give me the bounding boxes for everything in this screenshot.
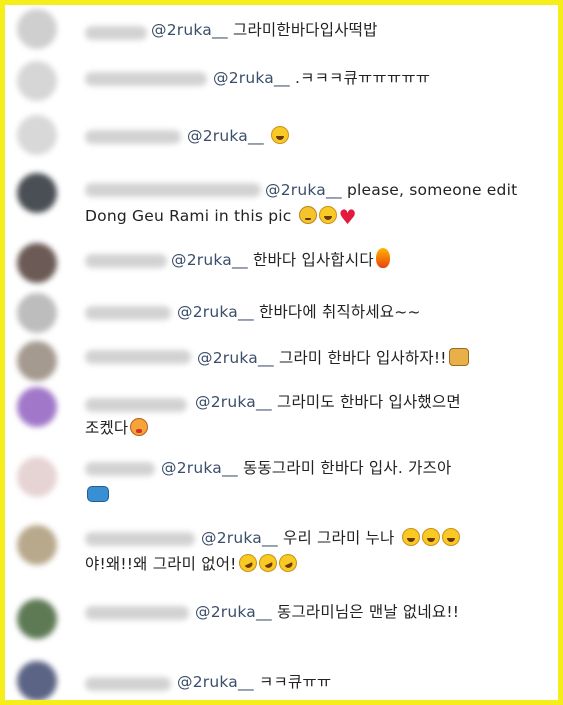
username-blurred[interactable]: [85, 72, 207, 86]
laughing-tears-icon: [271, 126, 290, 144]
rofl-icon: [235, 551, 260, 575]
comment-text: @2ruka__ .ㅋㅋㅋ큐ㅠㅠㅠㅠㅠ: [213, 69, 431, 87]
comment-item: @2ruka__ 그라미 한바다 입사하자!!: [5, 337, 558, 385]
laughing-tears-icon: [421, 528, 440, 546]
mention-link[interactable]: @2ruka__: [187, 127, 264, 145]
laughing-tears-icon: [318, 206, 337, 224]
avatar[interactable]: [17, 243, 57, 283]
mention-link[interactable]: @2ruka__: [177, 303, 254, 321]
comment-text: @2ruka__ 그라미도 한바다 입사했으면 조켔다: [85, 393, 461, 437]
avatar[interactable]: [17, 115, 57, 155]
avatar[interactable]: [17, 525, 57, 565]
car-icon: [87, 486, 109, 502]
mention-link[interactable]: @2ruka__: [177, 673, 254, 691]
comment-text: @2ruka__ 그라미한바다입사떡밥: [151, 21, 378, 39]
mention-link[interactable]: @2ruka__: [197, 349, 274, 367]
username-blurred[interactable]: [85, 26, 147, 40]
avatar[interactable]: [17, 61, 57, 101]
avatar[interactable]: [17, 457, 57, 497]
comment-text: @2ruka__ ㅋㅋ큐ㅠㅠ: [177, 673, 332, 691]
avatar[interactable]: [17, 173, 57, 213]
username-blurred[interactable]: [85, 606, 189, 620]
avatar[interactable]: [17, 293, 57, 333]
comment-item: @2ruka__ 동동그라미 한바다 입사. 가즈아: [5, 449, 558, 517]
comment-text: @2ruka__ please, someone edit Dong Geu Ra…: [85, 177, 545, 230]
username-blurred[interactable]: [85, 677, 171, 691]
red-heart-icon: [339, 204, 357, 230]
mention-link[interactable]: @2ruka__: [213, 69, 290, 87]
mention-link[interactable]: @2ruka__: [171, 251, 248, 269]
avatar[interactable]: [17, 661, 57, 700]
mention-link[interactable]: @2ruka__: [195, 603, 272, 621]
fire-icon: [375, 248, 390, 268]
mention-link[interactable]: @2ruka__: [265, 181, 342, 199]
laughing-tears-icon: [401, 528, 420, 546]
comment-item: @2ruka__: [5, 105, 558, 161]
yum-face-icon: [130, 418, 149, 436]
mention-link[interactable]: @2ruka__: [151, 21, 228, 39]
comment-text: @2ruka__ 우리 그라미 누나 야!왜!!왜 그라미 없어!: [85, 525, 545, 577]
avatar[interactable]: [17, 341, 57, 381]
username-blurred[interactable]: [85, 254, 167, 268]
comment-item: @2ruka__ please, someone edit Dong Geu Ra…: [5, 161, 558, 237]
raising-hands-icon: [448, 348, 469, 366]
username-blurred[interactable]: [85, 130, 181, 144]
mention-link[interactable]: @2ruka__: [161, 459, 238, 477]
comment-item: @2ruka__ .ㅋㅋㅋ큐ㅠㅠㅠㅠㅠ: [5, 53, 558, 105]
sad-face-icon: [298, 206, 317, 224]
comment-text: @2ruka__ 한바다 입사합시다: [171, 247, 390, 273]
comment-item: @2ruka__ 한바다에 취직하세요~~: [5, 289, 558, 337]
rofl-icon: [255, 551, 280, 575]
avatar[interactable]: [17, 599, 57, 639]
comment-text: @2ruka__ 한바다에 취직하세요~~: [177, 303, 421, 321]
comment-text: @2ruka__ 그라미 한바다 입사하자!!: [197, 345, 469, 371]
comment-item: @2ruka__ 그라미도 한바다 입사했으면 조켔다: [5, 385, 558, 449]
laughing-tears-icon: [441, 528, 460, 546]
comment-item: @2ruka__ 한바다 입사합시다: [5, 237, 558, 289]
avatar[interactable]: [17, 9, 57, 49]
comment-item: @2ruka__ ㅋㅋ큐ㅠㅠ: [5, 649, 558, 700]
mention-link[interactable]: @2ruka__: [201, 529, 278, 547]
comment-item: @2ruka__ 동그라미님은 맨날 없네요!!: [5, 589, 558, 649]
username-blurred[interactable]: [85, 350, 191, 364]
comment-text: @2ruka__: [187, 123, 290, 149]
avatar[interactable]: [17, 387, 57, 427]
comment-text: @2ruka__ 동동그라미 한바다 입사. 가즈아: [85, 455, 545, 507]
comment-text: @2ruka__ 동그라미님은 맨날 없네요!!: [195, 603, 460, 621]
username-blurred[interactable]: [85, 306, 171, 320]
rofl-icon: [275, 551, 300, 575]
comment-item: @2ruka__ 그라미한바다입사떡밥: [5, 5, 558, 53]
comment-item: @2ruka__ 우리 그라미 누나 야!왜!!왜 그라미 없어!: [5, 517, 558, 589]
mention-link[interactable]: @2ruka__: [195, 393, 272, 411]
comment-screenshot-frame: @2ruka__ 그라미한바다입사떡밥 @2ruka__ .ㅋㅋㅋ큐ㅠㅠㅠㅠㅠ …: [0, 0, 563, 705]
